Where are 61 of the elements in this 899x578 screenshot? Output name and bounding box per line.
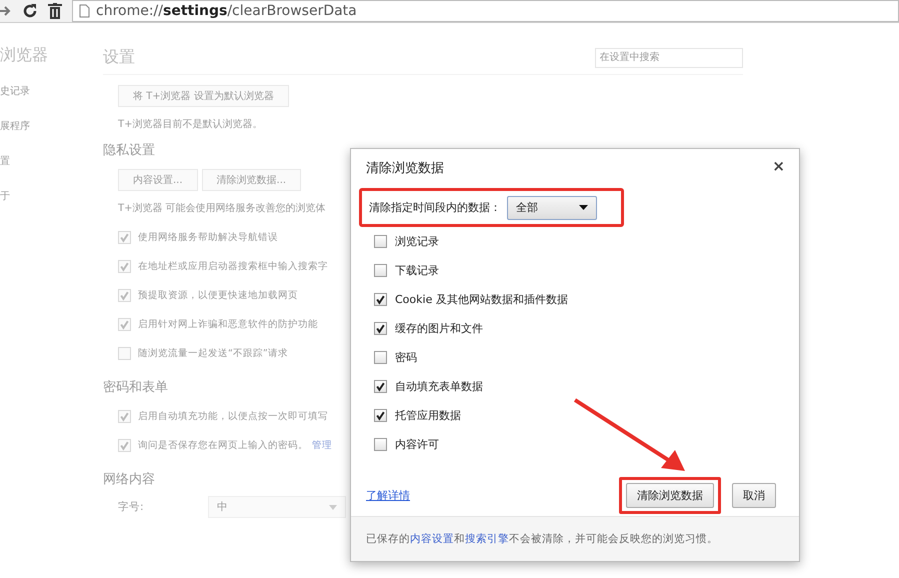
trash-icon[interactable] [48, 3, 62, 19]
checkbox-label: 下载记录 [395, 263, 439, 278]
checkbox-label: 在地址栏或应用启动器搜索框中输入搜索字 [138, 260, 328, 273]
dialog-button[interactable]: 取消 [732, 483, 776, 508]
section-heading: 隐私设置 [103, 142, 155, 159]
address-bar[interactable]: chrome://settings/clearBrowserData [72, 0, 899, 22]
font-size-select[interactable]: 中 [208, 496, 346, 518]
footer-text: 不会被清除，并可能会反映您的浏览习惯。 [509, 532, 718, 546]
checkbox-label: 询问是否保存您在网页上输入的密码。 [138, 439, 308, 452]
checkbox[interactable] [374, 293, 387, 306]
checkbox-label: 预提取资源，以便更快速地加载网页 [138, 289, 298, 302]
settings-button[interactable]: 清除浏览数据... [202, 169, 302, 191]
checkbox-label: 随浏览流量一起发送“不跟踪”请求 [138, 347, 288, 360]
checkbox[interactable] [374, 235, 387, 248]
reload-icon[interactable] [22, 3, 38, 19]
checkbox-label: 缓存的图片和文件 [395, 321, 483, 336]
field-label: 字号: [118, 500, 145, 514]
dialog-title: 清除浏览数据 [366, 160, 444, 178]
settings-button[interactable]: 将 T+浏览器 设置为默认浏览器 [118, 85, 289, 107]
checkbox[interactable] [374, 322, 387, 335]
checkbox[interactable] [374, 380, 387, 393]
forward-arrow-icon[interactable] [0, 4, 12, 18]
checkbox[interactable] [374, 264, 387, 277]
checkbox[interactable] [374, 351, 387, 364]
checkbox-label: 启用针对网上诈骗和恶意软件的防护功能 [138, 318, 318, 331]
checkbox[interactable] [374, 438, 387, 451]
checkbox-label: 内容许可 [395, 437, 439, 452]
sidebar-item[interactable]: 于 [0, 189, 103, 203]
note-text: T+浏览器目前不是默认浏览器。 [118, 118, 262, 131]
settings-button[interactable]: 内容设置... [118, 169, 198, 191]
checkbox-label: 启用自动填充功能，以便点按一次即可填写 [138, 410, 328, 423]
manage-link[interactable]: 管理 [312, 439, 332, 452]
close-button[interactable]: × [772, 159, 785, 187]
checkbox-label: 浏览记录 [395, 234, 439, 249]
footer-link[interactable]: 搜索引擎 [465, 532, 509, 546]
checkbox-label: Cookie 及其他网站数据和插件数据 [395, 292, 568, 307]
checkbox-label: 自动填充表单数据 [395, 379, 483, 394]
dropdown-arrow-icon [579, 205, 588, 210]
section-heading: 密码和表单 [103, 379, 168, 396]
footer-link[interactable]: 内容设置 [410, 532, 454, 546]
sidebar-item[interactable]: 置 [0, 154, 103, 168]
sidebar-item[interactable]: 史记录 [0, 84, 103, 98]
url-text: chrome://settings/clearBrowserData [96, 3, 357, 19]
sidebar-title: 浏览器 [0, 45, 49, 66]
checkbox-label: 使用网络服务帮助解决导航错误 [138, 231, 278, 244]
footer-text: 已保存的 [366, 532, 410, 546]
time-range-label: 清除指定时间段内的数据： [369, 200, 501, 215]
checkbox[interactable] [374, 409, 387, 422]
dialog-button[interactable]: 清除浏览数据 [626, 483, 714, 508]
search-field[interactable]: 在设置中搜索 [594, 48, 743, 68]
sidebar-item[interactable]: 展程序 [0, 119, 103, 133]
page-icon [79, 4, 90, 18]
learn-more-link[interactable]: 了解详情 [366, 488, 410, 503]
section-heading: 网络内容 [103, 471, 155, 488]
time-range-select[interactable]: 全部 [507, 196, 597, 220]
settings-title: 设置 [103, 47, 136, 68]
checkbox-label: 密码 [395, 350, 417, 365]
footer-text: 和 [454, 532, 465, 546]
dropdown-arrow-icon [329, 504, 337, 510]
note-text: T+浏览器 可能会使用网络服务改善您的浏览体 [118, 202, 326, 215]
checkbox-label: 托管应用数据 [395, 408, 461, 423]
